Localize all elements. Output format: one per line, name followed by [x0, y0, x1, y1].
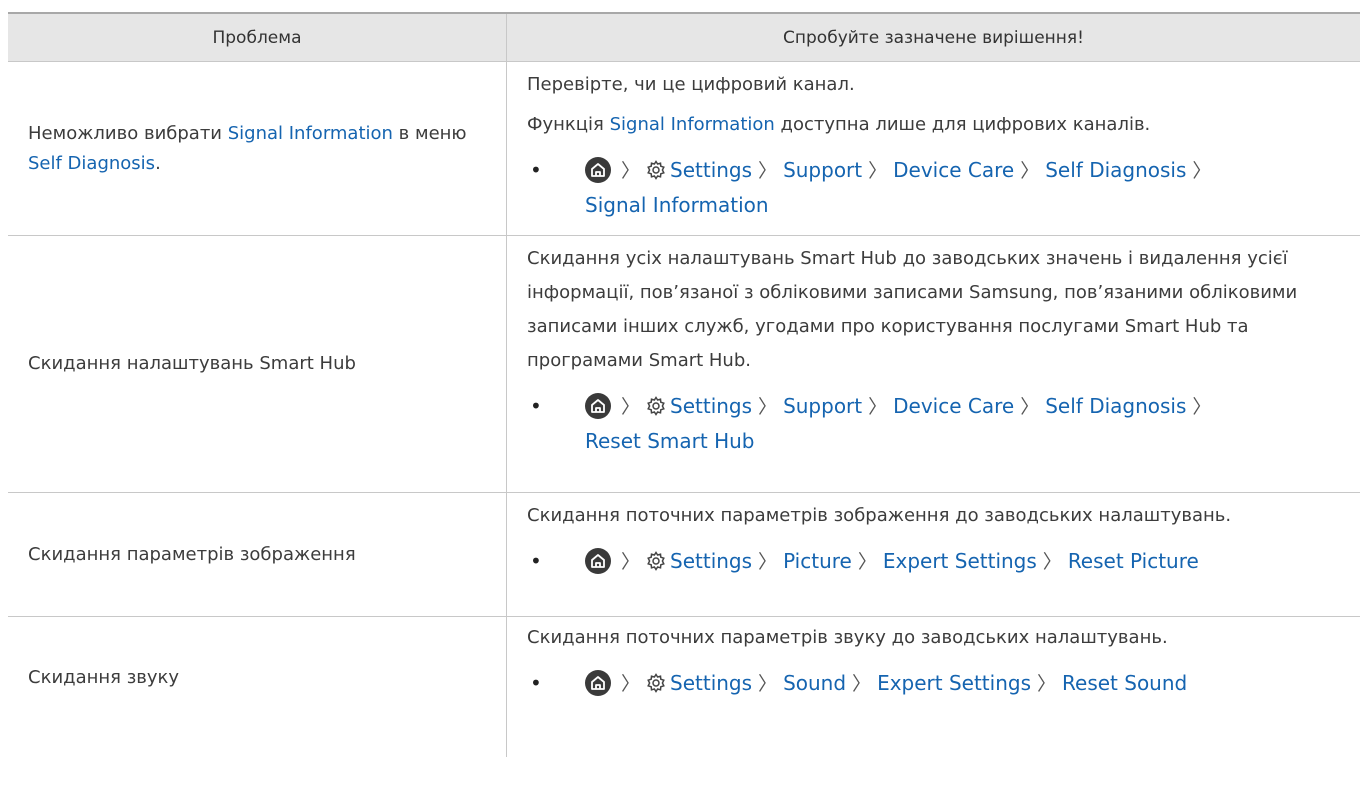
problem-text: .: [155, 152, 161, 174]
problem-text: Неможливо вибрати: [28, 122, 228, 144]
home-icon[interactable]: [585, 670, 611, 696]
chevron-right-icon: 〉: [758, 673, 778, 695]
problem-cell: Скидання налаштувань Smart Hub: [8, 236, 507, 492]
signal-information-link[interactable]: Signal Information: [228, 123, 393, 144]
menu-item-reset-picture[interactable]: Reset Picture: [1068, 549, 1199, 573]
solution-cell: Скидання поточних параметрів зображення …: [507, 493, 1360, 616]
home-icon[interactable]: [585, 157, 611, 183]
menu-item-settings[interactable]: Settings: [670, 549, 752, 573]
table-row: Скидання звуку Скидання поточних парамет…: [8, 617, 1360, 757]
chevron-right-icon: 〉: [868, 160, 888, 182]
menu-item-settings[interactable]: Settings: [670, 394, 752, 418]
menu-item-self-diagnosis[interactable]: Self Diagnosis: [1045, 158, 1186, 182]
chevron-right-icon: 〉: [1037, 673, 1057, 695]
home-icon[interactable]: [585, 548, 611, 574]
menu-item-reset-sound[interactable]: Reset Sound: [1062, 671, 1187, 695]
table-row: Скидання налаштувань Smart Hub Скидання …: [8, 236, 1360, 493]
menu-item-signal-information[interactable]: Signal Information: [585, 193, 769, 217]
gear-icon: [646, 393, 666, 425]
chevron-right-icon: 〉: [1192, 160, 1212, 182]
solution-cell: Перевірте, чи це цифровий канал. Функція…: [507, 62, 1360, 235]
solution-text: Скидання поточних параметрів звуку до за…: [527, 627, 1168, 648]
chevron-right-icon: 〉: [758, 396, 778, 418]
menu-item-sound[interactable]: Sound: [783, 671, 846, 695]
bullet: •: [530, 158, 542, 182]
menu-path: • 〉 Settings 〉 Picture 〉 Expert Settings 〉 Rese…: [527, 545, 1342, 580]
menu-path: • 〉 Settings 〉 Sound 〉 Expert Settings 〉 Reset …: [527, 667, 1342, 702]
menu-item-device-care[interactable]: Device Care: [893, 158, 1014, 182]
self-diagnosis-link[interactable]: Self Diagnosis: [28, 153, 155, 174]
chevron-right-icon: 〉: [852, 673, 872, 695]
home-icon[interactable]: [585, 393, 611, 419]
menu-item-settings[interactable]: Settings: [670, 671, 752, 695]
solution-cell: Скидання усіх налаштувань Smart Hub до з…: [507, 236, 1360, 492]
bullet: •: [530, 549, 542, 573]
chevron-right-icon: 〉: [621, 396, 641, 418]
chevron-right-icon: 〉: [1192, 396, 1212, 418]
menu-item-expert-settings[interactable]: Expert Settings: [883, 549, 1037, 573]
problem-text: в меню: [392, 122, 467, 144]
gear-icon: [646, 548, 666, 580]
menu-path: • 〉 Settings 〉 Support 〉 Device Care 〉 Self Dia…: [527, 154, 1342, 221]
table-row: Неможливо вибрати Signal Information в м…: [8, 62, 1360, 236]
problem-cell: Скидання звуку: [8, 617, 507, 757]
menu-item-picture[interactable]: Picture: [783, 549, 852, 573]
chevron-right-icon: 〉: [868, 396, 888, 418]
gear-icon: [646, 157, 666, 189]
chevron-right-icon: 〉: [1020, 396, 1040, 418]
menu-item-self-diagnosis[interactable]: Self Diagnosis: [1045, 394, 1186, 418]
menu-item-settings[interactable]: Settings: [670, 158, 752, 182]
menu-item-support[interactable]: Support: [783, 394, 862, 418]
solution-cell: Скидання поточних параметрів звуку до за…: [507, 617, 1360, 757]
solution-text: Скидання поточних параметрів зображення …: [527, 505, 1232, 526]
chevron-right-icon: 〉: [621, 160, 641, 182]
troubleshooting-table: Проблема Спробуйте зазначене вирішення! …: [8, 12, 1360, 757]
signal-information-link[interactable]: Signal Information: [610, 114, 775, 135]
bullet: •: [530, 394, 542, 418]
table-row: Скидання параметрів зображення Скидання …: [8, 493, 1360, 617]
bullet: •: [530, 671, 542, 695]
table-header: Проблема Спробуйте зазначене вирішення!: [8, 14, 1360, 62]
solution-text: Перевірте, чи це цифровий канал.: [527, 74, 855, 95]
chevron-right-icon: 〉: [1042, 551, 1062, 573]
chevron-right-icon: 〉: [758, 551, 778, 573]
menu-item-device-care[interactable]: Device Care: [893, 394, 1014, 418]
problem-cell: Скидання параметрів зображення: [8, 493, 507, 616]
chevron-right-icon: 〉: [621, 673, 641, 695]
header-problem: Проблема: [8, 14, 507, 61]
header-solution: Спробуйте зазначене вирішення!: [783, 27, 1084, 48]
chevron-right-icon: 〉: [758, 160, 778, 182]
solution-text: Скидання усіх налаштувань Smart Hub до з…: [527, 248, 1298, 371]
chevron-right-icon: 〉: [1020, 160, 1040, 182]
chevron-right-icon: 〉: [621, 551, 641, 573]
menu-item-reset-smart-hub[interactable]: Reset Smart Hub: [585, 429, 755, 453]
solution-text: Функція Signal Information доступна лише…: [527, 114, 1151, 135]
chevron-right-icon: 〉: [857, 551, 877, 573]
menu-path: • 〉 Settings 〉 Support 〉 Device Care 〉 Self Dia…: [527, 390, 1342, 457]
gear-icon: [646, 670, 666, 702]
problem-cell: Неможливо вибрати Signal Information в м…: [8, 62, 507, 235]
menu-item-expert-settings[interactable]: Expert Settings: [877, 671, 1031, 695]
menu-item-support[interactable]: Support: [783, 158, 862, 182]
